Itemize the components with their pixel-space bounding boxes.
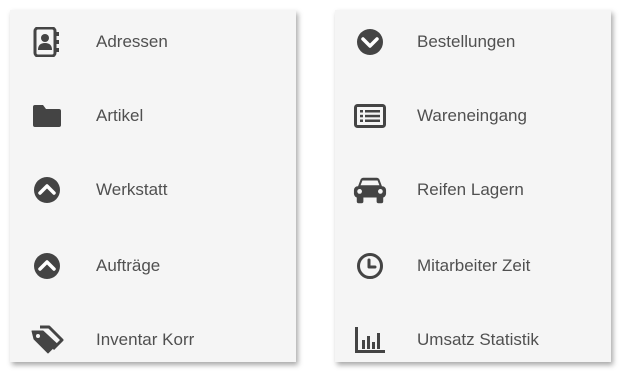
bar-chart-icon	[353, 323, 387, 357]
menu-item-mitarbeiter-zeit[interactable]: Mitarbeiter Zeit	[335, 238, 611, 294]
menu-item-label: Umsatz Statistik	[417, 330, 539, 349]
address-book-icon	[30, 25, 64, 59]
menu-panel-right: Bestellungen Wareneingang Reifen Lagern …	[335, 10, 611, 362]
chevron-up-circle-icon	[30, 249, 64, 283]
menu-item-label: Aufträge	[96, 256, 161, 275]
menu-item-reifen-lagern[interactable]: Reifen Lagern	[335, 162, 611, 218]
menu-item-label: Wareneingang	[417, 106, 527, 125]
menu-item-inventar-korr[interactable]: Inventar Korr	[10, 312, 296, 368]
menu-item-adressen[interactable]: Adressen	[10, 14, 296, 70]
menu-item-label: Inventar Korr	[96, 330, 195, 349]
menu-panel-left: Adressen Artikel Werkstatt Aufträge Inve…	[10, 10, 296, 362]
chevron-up-circle-icon	[30, 173, 64, 207]
menu-item-label: Mitarbeiter Zeit	[417, 256, 531, 275]
menu-item-label: Bestellungen	[417, 32, 516, 51]
menu-item-umsatz-statistik[interactable]: Umsatz Statistik	[335, 312, 611, 368]
menu-item-artikel[interactable]: Artikel	[10, 88, 296, 144]
menu-item-werkstatt[interactable]: Werkstatt	[10, 162, 296, 218]
clock-icon	[353, 249, 387, 283]
tags-icon	[30, 323, 64, 357]
menu-item-label: Reifen Lagern	[417, 180, 524, 199]
menu-item-label: Adressen	[96, 32, 168, 51]
menu-item-label: Werkstatt	[96, 180, 168, 199]
car-icon	[353, 173, 387, 207]
menu-item-bestellungen[interactable]: Bestellungen	[335, 14, 611, 70]
folder-icon	[30, 99, 64, 133]
menu-item-wareneingang[interactable]: Wareneingang	[335, 88, 611, 144]
chevron-down-circle-icon	[353, 25, 387, 59]
menu-item-auftraege[interactable]: Aufträge	[10, 238, 296, 294]
list-icon	[353, 99, 387, 133]
menu-item-label: Artikel	[96, 106, 144, 125]
